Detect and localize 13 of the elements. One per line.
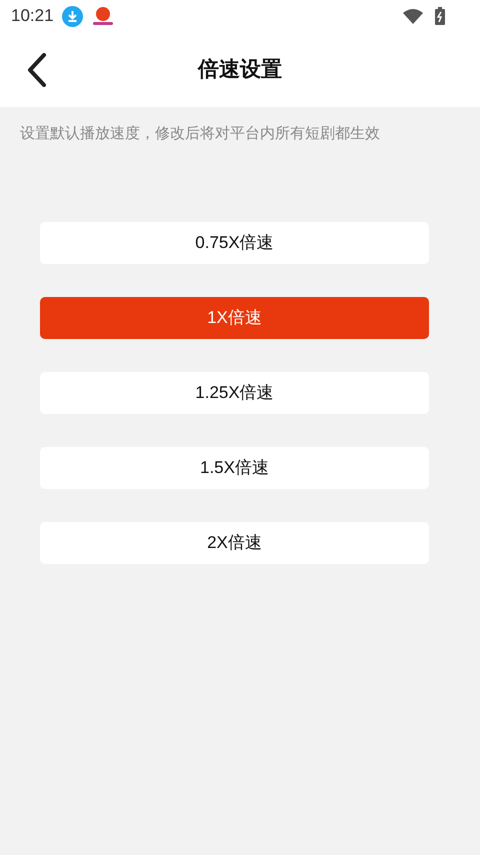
speed-option[interactable]: 2X倍速 xyxy=(40,522,429,564)
speed-option[interactable]: 1.5X倍速 xyxy=(40,447,429,489)
download-icon xyxy=(62,6,83,26)
hint-text: 设置默认播放速度，修改后将对平台内所有短剧都生效 xyxy=(19,124,381,144)
speed-option[interactable]: 0.75X倍速 xyxy=(40,222,429,264)
status-time: 10:21 xyxy=(11,5,54,28)
speed-option[interactable]: 1.25X倍速 xyxy=(40,372,429,414)
battery-icon xyxy=(435,7,445,25)
back-icon xyxy=(27,53,47,87)
speed-option[interactable]: 1X倍速 xyxy=(40,297,429,339)
wifi-icon xyxy=(403,8,423,24)
app-icon xyxy=(92,6,114,26)
page-title: 倍速设置 xyxy=(198,56,282,83)
